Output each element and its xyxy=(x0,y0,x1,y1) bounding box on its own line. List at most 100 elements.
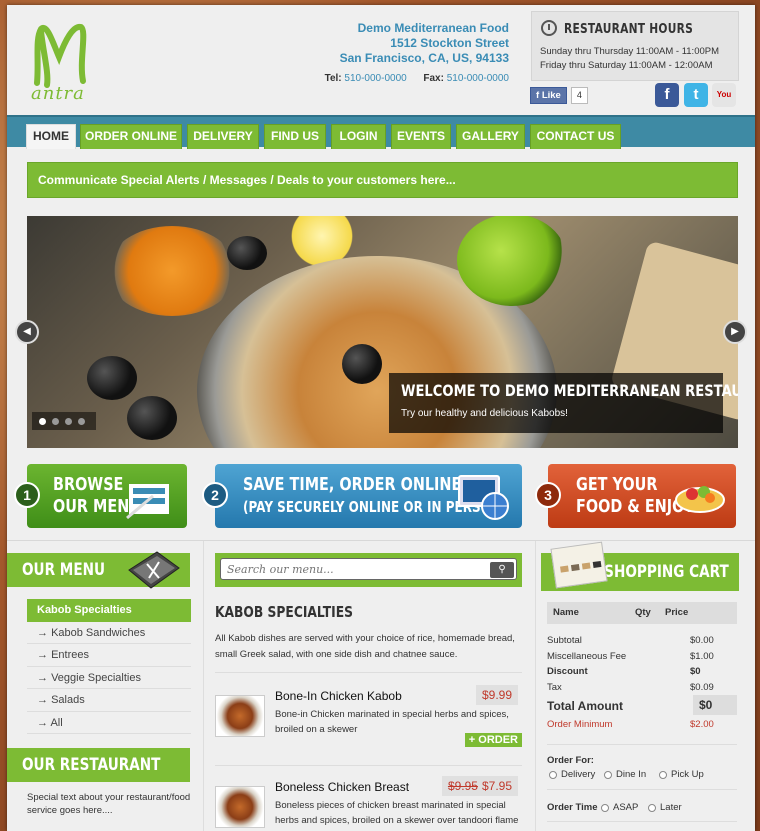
browse-menu-button[interactable]: 1 BROWSE OUR MENU xyxy=(14,464,187,528)
menu-search-bar: ⚲ xyxy=(215,553,522,587)
slide-dot[interactable] xyxy=(65,418,72,425)
olive xyxy=(342,344,382,384)
cart-total-row: Total Amount $0 xyxy=(547,695,737,717)
menu-category-kabob-sandwiches[interactable]: → Kabob Sandwiches xyxy=(27,622,191,644)
our-restaurant-header: OUR RESTAURANT xyxy=(7,748,190,782)
image-slider[interactable]: WELCOME TO DEMO MEDITERRANEAN RESTAURANT… xyxy=(27,216,738,448)
total-label: Total Amount xyxy=(547,699,623,713)
menu-search-input[interactable] xyxy=(220,558,517,580)
order-time-later-radio[interactable]: Later xyxy=(648,802,682,813)
order-time-label: Order Time xyxy=(547,802,598,813)
like-count: 4 xyxy=(570,87,588,104)
olive xyxy=(127,396,177,440)
computer-globe-icon xyxy=(458,475,509,520)
olive xyxy=(227,236,267,270)
order-button[interactable]: + ORDER xyxy=(464,733,522,747)
column-divider xyxy=(535,541,536,831)
radio-circle-icon xyxy=(604,770,612,779)
restaurant-name: Demo Mediterranean Food xyxy=(357,21,509,35)
slider-prev-arrow-icon[interactable]: ◀ xyxy=(15,320,39,344)
menu-item-thumbnail[interactable] xyxy=(215,695,265,737)
nav-order-online[interactable]: ORDER ONLINE xyxy=(80,124,182,149)
step-number: 2 xyxy=(202,482,228,508)
menu-item-name[interactable]: Bone-In Chicken Kabob xyxy=(275,689,402,703)
cart-col-price: Price xyxy=(665,607,689,618)
nav-contact-us[interactable]: CONTACT US xyxy=(530,124,621,149)
facebook-icon[interactable]: f xyxy=(655,83,679,107)
logo[interactable]: antra xyxy=(29,21,129,106)
menu-pencil-icon xyxy=(126,484,169,520)
order-for-delivery-radio[interactable]: Delivery xyxy=(549,769,595,780)
tel-label: Tel: xyxy=(324,73,342,84)
item-separator xyxy=(215,672,522,673)
menu-item: Boneless Chicken Breast $9.95 $7.95 Bonel… xyxy=(215,776,522,831)
arrow-icon: → xyxy=(37,649,52,661)
menu-item-thumbnail[interactable] xyxy=(215,786,265,828)
city-address: San Francisco, CA, US, 94133 xyxy=(339,51,509,65)
nav-login[interactable]: LOGIN xyxy=(331,124,386,149)
cart-col-qty: Qty xyxy=(635,607,651,618)
menu-category-veggie-specialties[interactable]: → Veggie Specialties xyxy=(27,667,191,689)
hours-line-2: Friday thru Saturday 11:00AM - 12:00AM xyxy=(540,60,713,71)
total-value: $0 xyxy=(693,695,737,715)
plate-cutlery-icon xyxy=(128,551,180,589)
menu-category-kabob-specialties[interactable]: Kabob Specialties xyxy=(27,599,191,622)
menu-item: Bone-In Chicken Kabob $9.99 Bone-in Chic… xyxy=(215,685,522,755)
food-bowl-icon xyxy=(675,486,725,513)
logo-m-icon xyxy=(34,23,87,88)
radio-circle-icon xyxy=(549,770,557,779)
tel-value[interactable]: 510-000-0000 xyxy=(344,73,406,84)
slider-next-arrow-icon[interactable]: ▶ xyxy=(723,320,747,344)
hours-title: RESTAURANT HOURS xyxy=(564,22,694,37)
lime xyxy=(457,216,567,306)
restaurant-hours-box: RESTAURANT HOURS Sunday thru Thursday 11… xyxy=(531,11,739,81)
menu-category-list: Kabob Specialties → Kabob Sandwiches → E… xyxy=(27,599,191,734)
arrow-icon: → xyxy=(37,626,52,639)
order-for-label: Order For: xyxy=(547,755,594,766)
search-icon[interactable]: ⚲ xyxy=(490,562,514,578)
logo-text: antra xyxy=(31,83,85,104)
radio-circle-icon xyxy=(648,803,656,812)
page-container: antra Demo Mediterranean Food 1512 Stock… xyxy=(7,5,755,831)
get-food-button[interactable]: 3 GET YOUR FOOD & ENJOY! xyxy=(535,464,736,528)
cart-separator xyxy=(547,789,737,790)
order-for-pick-up-radio[interactable]: Pick Up xyxy=(659,769,704,780)
menu-item-description: Boneless pieces of chicken breast marina… xyxy=(275,800,519,826)
order-online-button[interactable]: 2 SAVE TIME, ORDER ONLINE (PAY SECURELY … xyxy=(202,464,522,528)
menu-category-entrees[interactable]: → Entrees xyxy=(27,644,191,667)
fax-value: 510-000-0000 xyxy=(446,73,509,84)
facebook-like-widget[interactable]: f Like 4 xyxy=(530,87,588,104)
arrow-icon: → xyxy=(37,671,52,684)
slide-dot[interactable] xyxy=(78,418,85,425)
order-time-asap-radio[interactable]: ASAP xyxy=(601,802,638,813)
menu-category-all[interactable]: → All xyxy=(27,712,191,734)
facebook-like-button[interactable]: f Like xyxy=(530,87,567,104)
menu-item-price: $9.95 $7.95 xyxy=(441,776,518,796)
restaurant-address: Demo Mediterranean Food 1512 Stockton St… xyxy=(340,21,509,66)
category-title: KABOB SPECIALTIES xyxy=(215,603,353,621)
radio-circle-icon xyxy=(601,803,609,812)
slide-caption-title: WELCOME TO DEMO MEDITERRANEAN RESTAURANT xyxy=(401,381,738,400)
youtube-icon[interactable]: You Tube xyxy=(712,83,736,123)
order-minimum-row: Order Minimum $2.00 xyxy=(547,719,714,730)
phone-info: Tel: 510-000-0000 Fax: 510-000-0000 xyxy=(325,73,509,84)
nav-gallery[interactable]: GALLERY xyxy=(456,124,525,149)
nav-events[interactable]: EVENTS xyxy=(391,124,451,149)
main-navigation: HOME ORDER ONLINE DELIVERY FIND US LOGIN… xyxy=(7,115,755,149)
cart-separator xyxy=(547,744,737,745)
menu-category-salads[interactable]: → Salads xyxy=(27,689,191,712)
order-for-dine-in-radio[interactable]: Dine In xyxy=(604,769,646,780)
nav-delivery[interactable]: DELIVERY xyxy=(187,124,259,149)
slide-caption-text: Try our healthy and delicious Kabobs! xyxy=(401,408,568,419)
olive xyxy=(87,356,137,400)
column-divider xyxy=(203,541,204,831)
hours-line-1: Sunday thru Thursday 11:00AM - 11:00PM xyxy=(540,46,720,57)
nav-home[interactable]: HOME xyxy=(26,124,76,149)
slide-indicators xyxy=(32,412,96,430)
nav-find-us[interactable]: FIND US xyxy=(264,124,326,149)
menu-item-name[interactable]: Boneless Chicken Breast xyxy=(275,780,409,794)
step-number: 1 xyxy=(14,482,40,508)
twitter-icon[interactable]: t xyxy=(684,83,708,107)
slide-dot[interactable] xyxy=(52,418,59,425)
slide-dot[interactable] xyxy=(39,418,46,425)
